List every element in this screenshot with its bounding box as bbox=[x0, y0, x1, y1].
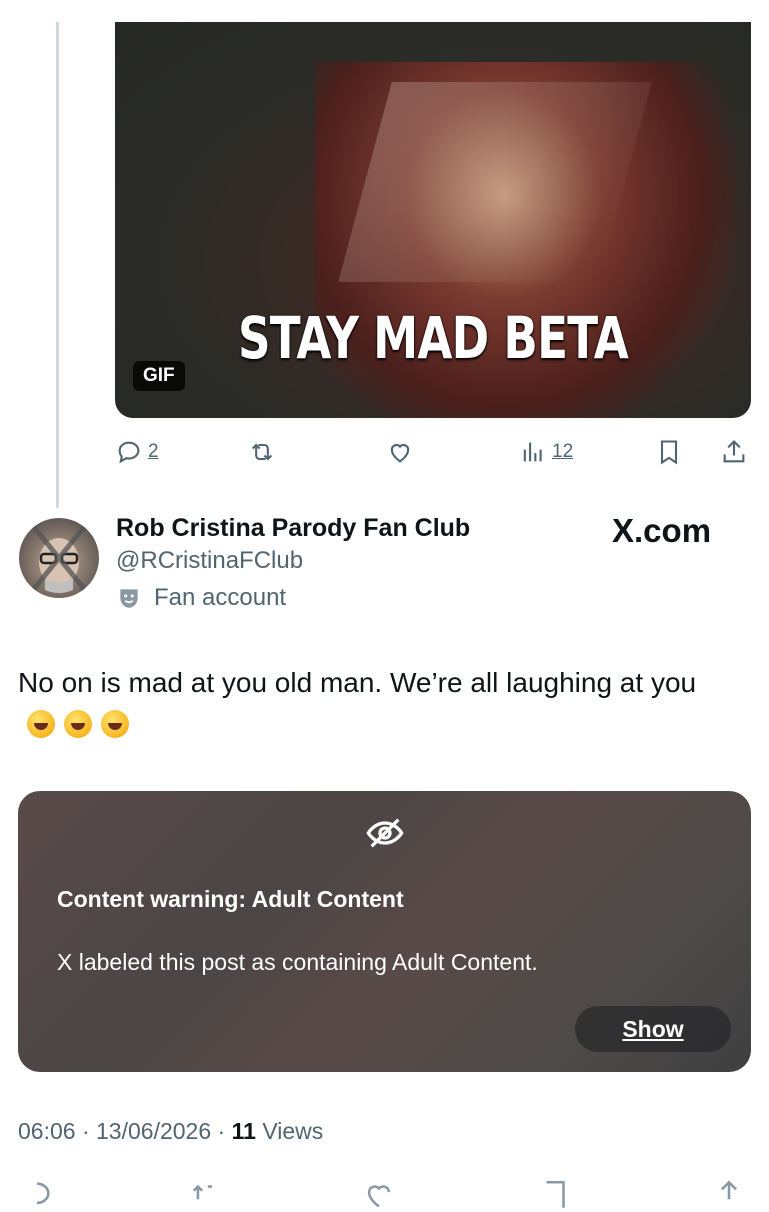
author-name[interactable]: Rob Cristina Parody Fan Club bbox=[116, 514, 470, 543]
post-meta: 06:06 · 13/06/2026 · 11 Views bbox=[18, 1118, 324, 1144]
post-date[interactable]: 13/06/2026 bbox=[96, 1118, 211, 1144]
gif-caption: STAY MAD BETA bbox=[237, 304, 629, 372]
post-text: No on is mad at you old man. We’re all l… bbox=[18, 662, 738, 746]
theater-mask-icon bbox=[120, 589, 138, 608]
avatar[interactable] bbox=[19, 518, 99, 598]
post-views-count: 11 bbox=[231, 1118, 256, 1144]
share-icon[interactable] bbox=[712, 1178, 746, 1212]
repost-button[interactable] bbox=[248, 436, 276, 468]
reply-count: 2 bbox=[148, 441, 159, 462]
share-button[interactable] bbox=[720, 436, 748, 468]
post-views-label: Views bbox=[262, 1118, 324, 1144]
like-button[interactable] bbox=[386, 436, 414, 468]
x-com-watermark: X.com bbox=[612, 512, 712, 549]
author-handle[interactable]: @RCristinaFClub bbox=[116, 547, 303, 575]
share-icon bbox=[723, 440, 745, 463]
gif-detail bbox=[338, 82, 652, 282]
rolling-laughing-emoji-icon bbox=[64, 710, 92, 738]
bookmark-icon bbox=[660, 440, 678, 465]
content-warning-title: Content warning: Adult Content bbox=[57, 886, 404, 912]
gif-badge: GIF bbox=[133, 361, 185, 391]
bookmark-button[interactable] bbox=[655, 436, 683, 468]
gif-media[interactable]: STAY MAD BETA bbox=[115, 22, 751, 418]
repost-icon bbox=[251, 443, 273, 461]
reply-icon[interactable] bbox=[20, 1178, 54, 1212]
rolling-laughing-emoji-icon bbox=[101, 710, 129, 738]
show-button[interactable]: Show bbox=[575, 1006, 731, 1052]
reply-icon bbox=[118, 441, 140, 464]
account-label-text: Fan account bbox=[154, 584, 287, 611]
views-count: 12 bbox=[552, 441, 574, 462]
repost-icon[interactable] bbox=[188, 1178, 222, 1212]
analytics-icon bbox=[523, 442, 542, 462]
content-warning-description: X labeled this post as containing Adult … bbox=[57, 949, 538, 975]
eye-slash-icon bbox=[366, 818, 404, 848]
thread-connector-line bbox=[56, 22, 59, 508]
bottom-action-bar bbox=[0, 1178, 769, 1208]
heart-icon bbox=[390, 444, 410, 463]
post-text-content: No on is mad at you old man. We’re all l… bbox=[18, 667, 697, 698]
avatar-image bbox=[31, 524, 87, 593]
bookmark-icon[interactable] bbox=[538, 1178, 572, 1212]
rolling-laughing-emoji-icon bbox=[27, 710, 55, 738]
reply-button[interactable]: 2 bbox=[115, 436, 159, 468]
heart-icon[interactable] bbox=[362, 1178, 396, 1212]
post-time[interactable]: 06:06 bbox=[18, 1118, 76, 1144]
views-button[interactable]: 12 bbox=[519, 436, 573, 468]
account-label: Fan account bbox=[116, 584, 286, 612]
content-warning-card: Content warning: Adult Content X labeled… bbox=[18, 791, 751, 1072]
